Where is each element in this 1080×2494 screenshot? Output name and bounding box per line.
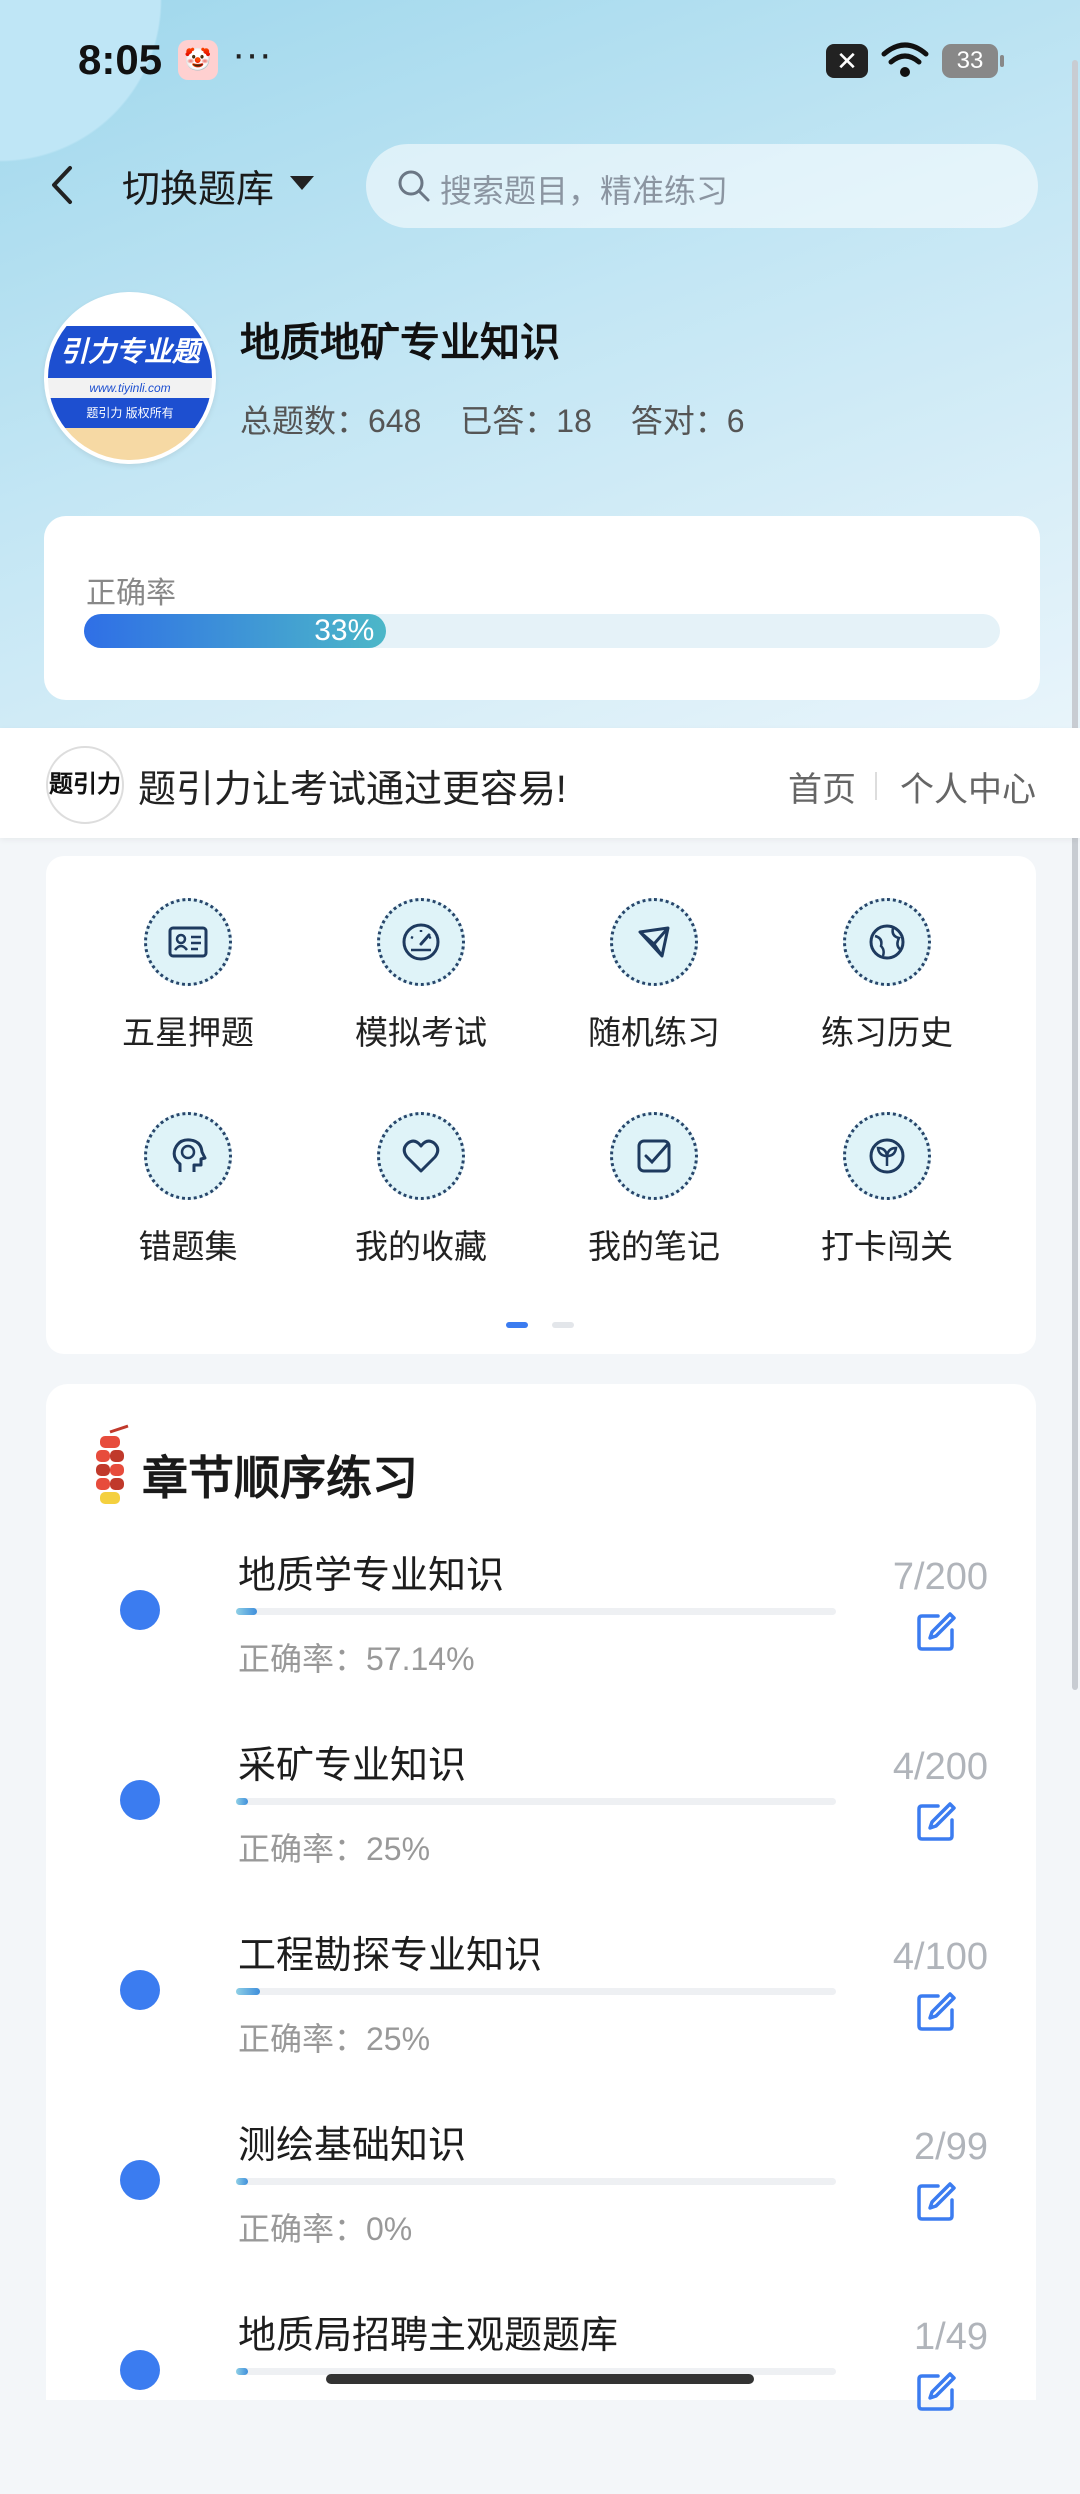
personal-center-link[interactable]: 个人中心 (900, 762, 1036, 811)
accuracy-value: 33% (314, 614, 375, 647)
accuracy-progress-track: 33% (84, 614, 1000, 648)
chapter-dot (120, 2160, 160, 2200)
switch-bank-button[interactable]: 切换题库 (122, 158, 274, 213)
logo-text: 引力专业题 (48, 326, 212, 378)
head-icon (144, 1112, 232, 1200)
globe-icon (843, 898, 931, 986)
chapter-dot (120, 1970, 160, 2010)
brand-banner: 题引力 题引力让考试通过更容易! 首页 个人中心 (0, 728, 1080, 838)
logo-copyright: 题引力 版权所有 (48, 398, 212, 428)
chapter-accuracy: 正确率：25% (238, 1831, 431, 1867)
correct-count: 答对：6 (630, 403, 745, 439)
chapter-name: 地质学专业知识 (238, 1555, 505, 1597)
wifi-icon (881, 42, 929, 77)
edit-icon[interactable] (914, 1610, 958, 1654)
edit-icon[interactable] (914, 1800, 958, 1844)
chapter-name: 采矿专业知识 (238, 1745, 467, 1787)
chapter-section-title: 章节顺序练习 (142, 1452, 418, 1504)
menu-item-random-practice[interactable]: 随机练习 (554, 898, 754, 1054)
chapter-row[interactable]: 采矿专业知识正确率：25% 4/200 (46, 1734, 1036, 1924)
status-time: 8:05 (78, 36, 163, 83)
gauge-icon (377, 898, 465, 986)
chapter-progress-track (236, 1988, 836, 1995)
chapter-progress-fill (236, 1798, 248, 1805)
link-divider (875, 772, 877, 800)
firecracker-icon (96, 1424, 129, 1504)
chapter-progress-track (236, 1608, 836, 1615)
bank-logo: 引力专业题 www.tiyinli.com 题引力 版权所有 (44, 292, 216, 464)
chapter-name: 地质局招聘主观题题库 (238, 2315, 619, 2357)
chapter-name: 工程勘探专业知识 (238, 1935, 543, 1977)
chapter-row[interactable]: 地质学专业知识正确率：57.14% 7/200 (46, 1544, 1036, 1734)
status-bar: 8:05 🤡 ··· ✕ 33 (0, 0, 1080, 120)
app-notification-icon: 🤡 (178, 40, 218, 80)
edit-icon[interactable] (914, 2370, 958, 2414)
chapter-count: 7/200 (892, 1556, 988, 1598)
menu-item-favorites[interactable]: 我的收藏 (321, 1112, 521, 1268)
bank-stats: 总题数：648 已答：18 答对：6 (240, 396, 775, 442)
answered-count: 已答：18 (460, 403, 592, 439)
brand-logo: 题引力 (46, 746, 124, 824)
logo-url: www.tiyinli.com (48, 378, 212, 398)
menu-item-mock-exam[interactable]: 模拟考试 (321, 898, 521, 1054)
chapter-row[interactable]: 工程勘探专业知识正确率：25% 4/100 (46, 1924, 1036, 2114)
chapter-accuracy: 正确率：25% (238, 2021, 431, 2057)
chapter-count: 2/99 (914, 2126, 988, 2168)
home-indicator[interactable] (326, 2374, 754, 2384)
heart-icon (377, 1112, 465, 1200)
chapter-progress-track (236, 1798, 836, 1805)
scrollbar[interactable] (1072, 60, 1078, 1690)
menu-item-history[interactable]: 练习历史 (787, 898, 987, 1054)
no-sim-icon: ✕ (826, 44, 868, 78)
home-link[interactable]: 首页 (788, 762, 856, 811)
id-card-icon (144, 898, 232, 986)
search-placeholder: 搜索题目，精准练习 (440, 173, 729, 209)
page-dot[interactable] (552, 1322, 574, 1328)
chapter-progress-track (236, 2178, 836, 2185)
chapter-progress-fill (236, 2178, 248, 2185)
chapter-accuracy: 正确率：57.14% (238, 1641, 475, 1677)
accuracy-progress-fill: 33% (84, 614, 387, 648)
search-bar[interactable]: 搜索题目，精准练习 (366, 144, 1038, 228)
chapter-row[interactable]: 测绘基础知识正确率：0% 2/99 (46, 2114, 1036, 2304)
brand-slogan: 题引力让考试通过更容易! (138, 769, 567, 811)
back-arrow-icon[interactable] (42, 160, 82, 210)
battery-icon: 33 (942, 44, 1004, 78)
chapter-dot (120, 1780, 160, 1820)
feature-grid: 五星押题 模拟考试 随机练习 练习历史 错题集 我的收藏 我的笔记 打卡闯关 (46, 856, 1036, 1354)
chapter-name: 测绘基础知识 (238, 2125, 467, 2167)
chapter-dot (120, 1590, 160, 1630)
search-icon (398, 170, 430, 202)
bank-title: 地质地矿专业知识 (240, 321, 560, 365)
chapter-accuracy: 正确率：0% (238, 2211, 413, 2247)
more-notifications-icon: ··· (232, 32, 272, 76)
chapter-dot (120, 2350, 160, 2390)
edit-icon[interactable] (914, 1990, 958, 2034)
chapter-practice-card: 章节顺序练习 地质学专业知识正确率：57.14% 7/200 采矿专业知识正确率：2… (46, 1384, 1036, 2411)
menu-item-checkin[interactable]: 打卡闯关 (787, 1112, 987, 1268)
total-count: 总题数：648 (240, 403, 422, 439)
chapter-progress-fill (236, 2368, 248, 2375)
chapter-progress-fill (236, 1988, 260, 1995)
accuracy-label: 正确率 (86, 577, 176, 610)
menu-item-five-star[interactable]: 五星押题 (88, 898, 288, 1054)
chapter-count: 4/200 (892, 1746, 988, 1788)
chapter-row[interactable]: 地质局招聘主观题题库 1/49 (46, 2304, 1036, 2494)
caret-down-icon[interactable] (290, 176, 314, 190)
chapter-progress-fill (236, 1608, 257, 1615)
edit-icon[interactable] (914, 2180, 958, 2224)
chapter-count: 4/100 (892, 1936, 988, 1978)
chapter-count: 1/49 (914, 2316, 988, 2358)
leaf-badge-icon (843, 1112, 931, 1200)
menu-item-notes[interactable]: 我的笔记 (554, 1112, 754, 1268)
page-dot-active[interactable] (506, 1322, 528, 1328)
menu-item-wrong-questions[interactable]: 错题集 (88, 1112, 288, 1268)
note-check-icon (610, 1112, 698, 1200)
accuracy-card: 正确率 33% (44, 516, 1040, 700)
network-icon (610, 898, 698, 986)
